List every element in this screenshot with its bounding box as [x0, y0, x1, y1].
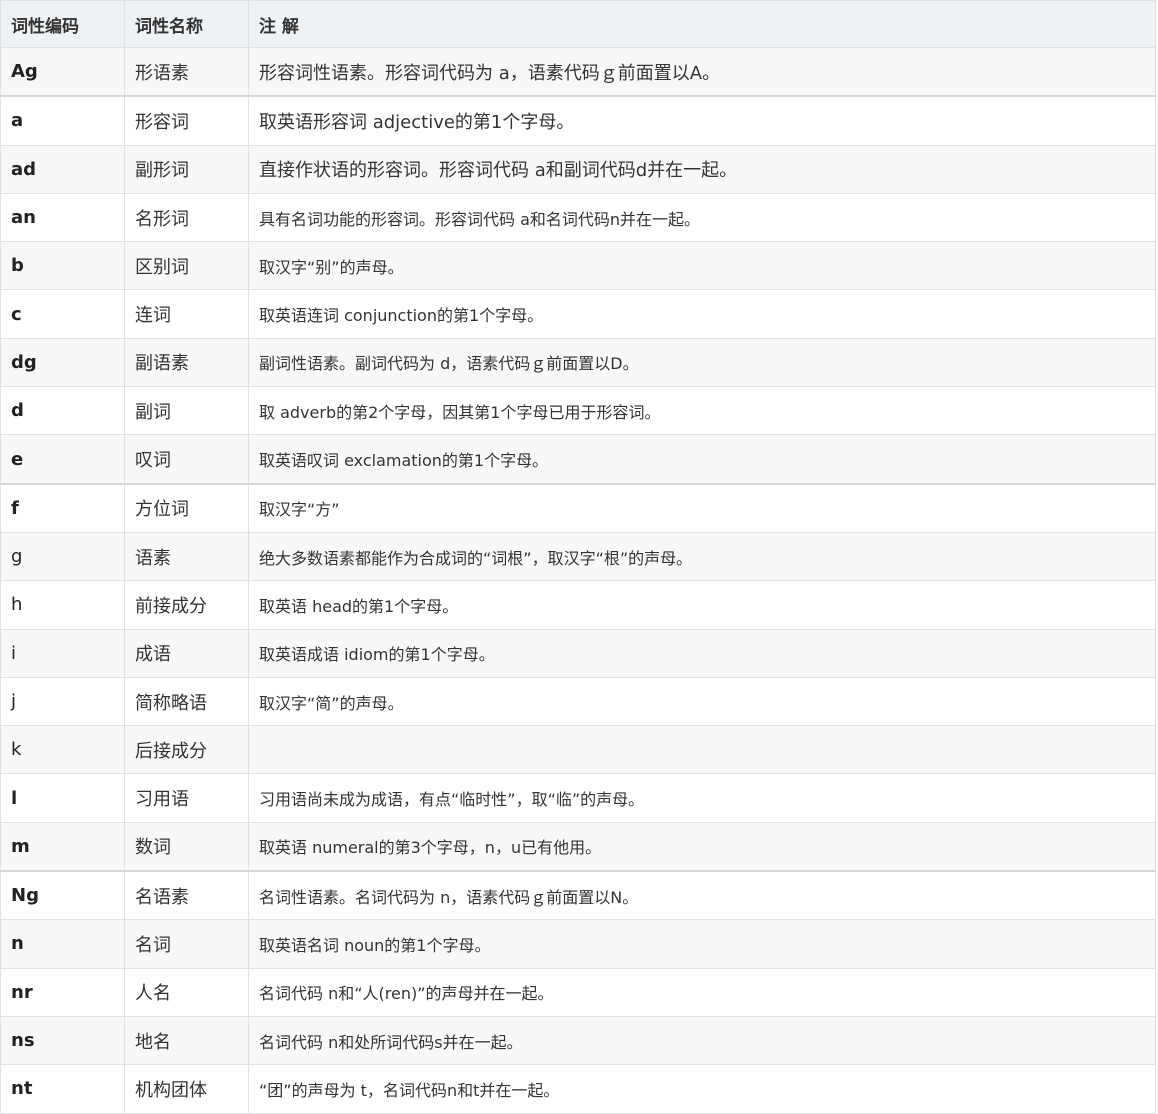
table-row: c 连词 取英语连词 conjunction的第1个字母。 — [0, 289, 1156, 339]
pos-note-cell: 习用语尚未成为成语，有点“临时性”，取“临”的声母。 — [248, 773, 1156, 823]
pos-note-cell: 取汉字“方” — [248, 482, 1156, 533]
pos-name-cell: 地名 — [124, 1015, 249, 1066]
table-row: Ng 名语素 名词性语素。名词代码为 n，语素代码ｇ前面置以N。 — [0, 870, 1156, 921]
pos-code-cell: ns — [0, 1015, 125, 1066]
pos-code-cell: Ng — [0, 870, 125, 921]
pos-note-cell: 名词性语素。名词代码为 n，语素代码ｇ前面置以N。 — [248, 870, 1156, 921]
pos-code-cell: m — [0, 821, 125, 872]
header-row: 词性编码 词性名称 注 解 — [0, 0, 1156, 48]
pos-name-cell: 前接成分 — [124, 580, 249, 630]
table-row: ns 地名 名词代码 n和处所词代码s并在一起。 — [0, 1015, 1156, 1066]
pos-note-cell: 取英语连词 conjunction的第1个字母。 — [248, 289, 1156, 339]
pos-note-cell: 取汉字“简”的声母。 — [248, 676, 1156, 727]
pos-code-cell: ad — [0, 144, 125, 194]
table-row: e 叹词 取英语叹词 exclamation的第1个字母。 — [0, 434, 1156, 485]
pos-code-cell: g — [0, 531, 125, 582]
pos-name-cell: 名形词 — [124, 192, 249, 243]
pos-note-cell: 取英语 head的第1个字母。 — [248, 580, 1156, 630]
table-row: an 名形词 具有名词功能的形容词。形容词代码 a和名词代码n并在一起。 — [0, 192, 1156, 243]
pos-name-cell: 区别词 — [124, 241, 249, 291]
pos-code-cell: nt — [0, 1064, 125, 1114]
pos-code-cell: h — [0, 580, 125, 630]
table-row: k 后接成分 — [0, 725, 1156, 775]
pos-name-cell: 形语素 — [124, 47, 249, 97]
table-row: b 区别词 取汉字“别”的声母。 — [0, 241, 1156, 291]
table-row: g 语素 绝大多数语素都能作为合成词的“词根”，取汉字“根”的声母。 — [0, 531, 1156, 582]
table-header: 词性编码 词性名称 注 解 — [0, 0, 1156, 48]
header-pos-code: 词性编码 — [0, 0, 125, 48]
pos-note-cell: 绝大多数语素都能作为合成词的“词根”，取汉字“根”的声母。 — [248, 531, 1156, 582]
pos-name-cell: 形容词 — [124, 95, 249, 146]
pos-note-cell: 取英语叹词 exclamation的第1个字母。 — [248, 434, 1156, 485]
table-body: Ag 形语素 形容词性语素。形容词代码为 a，语素代码ｇ前面置以A。 a 形容词… — [0, 47, 1156, 1114]
pos-code-cell: l — [0, 773, 125, 823]
table-row: ad 副形词 直接作状语的形容词。形容词代码 a和副词代码d并在一起。 — [0, 144, 1156, 194]
table-row: l 习用语 习用语尚未成为成语，有点“临时性”，取“临”的声母。 — [0, 773, 1156, 823]
pos-code-cell: c — [0, 289, 125, 339]
pos-note-cell — [248, 725, 1156, 775]
pos-name-cell: 方位词 — [124, 482, 249, 533]
table-row: Ag 形语素 形容词性语素。形容词代码为 a，语素代码ｇ前面置以A。 — [0, 47, 1156, 97]
pos-note-cell: 直接作状语的形容词。形容词代码 a和副词代码d并在一起。 — [248, 144, 1156, 194]
pos-code-cell: an — [0, 192, 125, 243]
pos-note-cell: 取英语成语 idiom的第1个字母。 — [248, 628, 1156, 678]
pos-name-cell: 后接成分 — [124, 725, 249, 775]
pos-name-cell: 副词 — [124, 386, 249, 436]
pos-code-cell: nr — [0, 967, 125, 1017]
table-row: nr 人名 名词代码 n和“人(ren)”的声母并在一起。 — [0, 967, 1156, 1017]
pos-note-cell: 名词代码 n和处所词代码s并在一起。 — [248, 1015, 1156, 1066]
pos-code-cell: d — [0, 386, 125, 436]
pos-name-cell: 简称略语 — [124, 676, 249, 727]
pos-tag-table: 词性编码 词性名称 注 解 Ag 形语素 形容词性语素。形容词代码为 a，语素代… — [0, 0, 1156, 1114]
pos-note-cell: 副词性语素。副词代码为 d，语素代码ｇ前面置以D。 — [248, 337, 1156, 388]
pos-code-cell: i — [0, 628, 125, 678]
pos-note-cell: “团”的声母为 t，名词代码n和t并在一起。 — [248, 1064, 1156, 1114]
pos-code-cell: e — [0, 434, 125, 485]
table-row: nt 机构团体 “团”的声母为 t，名词代码n和t并在一起。 — [0, 1064, 1156, 1114]
table-row: j 简称略语 取汉字“简”的声母。 — [0, 676, 1156, 727]
table-row: n 名词 取英语名词 noun的第1个字母。 — [0, 919, 1156, 969]
table-row: i 成语 取英语成语 idiom的第1个字母。 — [0, 628, 1156, 678]
pos-code-cell: j — [0, 676, 125, 727]
header-note: 注 解 — [248, 0, 1156, 48]
table-row: dg 副语素 副词性语素。副词代码为 d，语素代码ｇ前面置以D。 — [0, 337, 1156, 388]
pos-name-cell: 人名 — [124, 967, 249, 1017]
pos-code-cell: Ag — [0, 47, 125, 97]
pos-name-cell: 习用语 — [124, 773, 249, 823]
pos-name-cell: 副形词 — [124, 144, 249, 194]
table-row: d 副词 取 adverb的第2个字母，因其第1个字母已用于形容词。 — [0, 386, 1156, 436]
pos-name-cell: 成语 — [124, 628, 249, 678]
pos-code-cell: b — [0, 241, 125, 291]
pos-note-cell: 取 adverb的第2个字母，因其第1个字母已用于形容词。 — [248, 386, 1156, 436]
table-row: h 前接成分 取英语 head的第1个字母。 — [0, 580, 1156, 630]
pos-name-cell: 叹词 — [124, 434, 249, 485]
pos-note-cell: 取英语形容词 adjective的第1个字母。 — [248, 95, 1156, 146]
pos-code-cell: k — [0, 725, 125, 775]
pos-name-cell: 连词 — [124, 289, 249, 339]
pos-note-cell: 取汉字“别”的声母。 — [248, 241, 1156, 291]
pos-code-cell: dg — [0, 337, 125, 388]
pos-name-cell: 名语素 — [124, 870, 249, 921]
table-row: a 形容词 取英语形容词 adjective的第1个字母。 — [0, 95, 1156, 146]
table-row: m 数词 取英语 numeral的第3个字母，n，u已有他用。 — [0, 821, 1156, 872]
pos-code-cell: f — [0, 482, 125, 533]
pos-name-cell: 数词 — [124, 821, 249, 872]
pos-code-cell: n — [0, 919, 125, 969]
pos-note-cell: 具有名词功能的形容词。形容词代码 a和名词代码n并在一起。 — [248, 192, 1156, 243]
pos-name-cell: 名词 — [124, 919, 249, 969]
header-pos-name: 词性名称 — [124, 0, 249, 48]
pos-code-cell: a — [0, 95, 125, 146]
table-row: f 方位词 取汉字“方” — [0, 482, 1156, 533]
pos-note-cell: 取英语 numeral的第3个字母，n，u已有他用。 — [248, 821, 1156, 872]
pos-name-cell: 机构团体 — [124, 1064, 249, 1114]
pos-note-cell: 取英语名词 noun的第1个字母。 — [248, 919, 1156, 969]
pos-name-cell: 语素 — [124, 531, 249, 582]
pos-note-cell: 名词代码 n和“人(ren)”的声母并在一起。 — [248, 967, 1156, 1017]
pos-name-cell: 副语素 — [124, 337, 249, 388]
pos-note-cell: 形容词性语素。形容词代码为 a，语素代码ｇ前面置以A。 — [248, 47, 1156, 97]
